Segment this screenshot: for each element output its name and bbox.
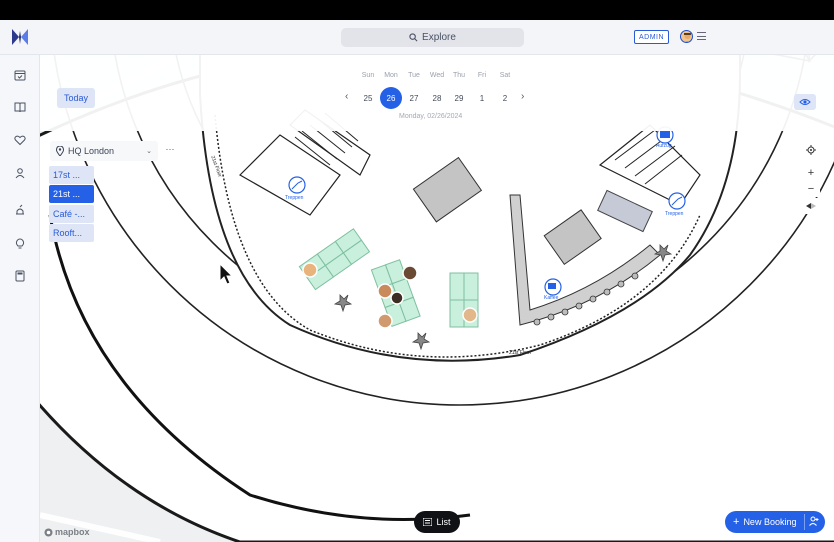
day-name-sun: Sun: [361, 72, 375, 79]
day-29[interactable]: 29: [448, 87, 470, 109]
notebook-icon[interactable]: [11, 267, 29, 285]
today-button[interactable]: Today: [57, 88, 95, 108]
compass-icon: [806, 203, 816, 209]
mouse-cursor-icon: [219, 263, 233, 285]
day-28[interactable]: 28: [426, 87, 448, 109]
add-person-icon[interactable]: [809, 516, 819, 526]
floor-option-rooftop[interactable]: Rooft...: [49, 224, 94, 242]
crosshair-icon: [806, 145, 816, 155]
new-booking-button[interactable]: + New Booking: [725, 511, 825, 533]
floor-option-21st[interactable]: 21st ...: [49, 185, 94, 203]
day-1[interactable]: 1: [471, 87, 493, 109]
mapbox-label: mapbox: [55, 527, 90, 537]
book-icon[interactable]: [11, 98, 29, 116]
list-label: List: [436, 517, 451, 527]
location-name: HQ London: [68, 146, 115, 156]
floor-option-17st[interactable]: 17st ...: [49, 166, 94, 184]
list-icon: [423, 518, 433, 526]
reception-bell-icon[interactable]: [11, 201, 29, 219]
day-2[interactable]: 2: [494, 87, 516, 109]
mapbox-logo-icon: [44, 528, 53, 536]
zoom-in-button[interactable]: +: [802, 165, 820, 181]
mapbox-attribution[interactable]: mapbox: [44, 527, 90, 537]
explore-search[interactable]: Explore: [341, 28, 524, 47]
calendar-check-icon[interactable]: [11, 66, 29, 84]
zoom-out-button[interactable]: −: [802, 181, 820, 197]
day-name-wed: Wed: [429, 72, 445, 79]
sidebar: [0, 55, 40, 542]
day-27[interactable]: 27: [403, 87, 425, 109]
list-view-button[interactable]: List: [414, 511, 460, 533]
location-select[interactable]: HQ London ⌄: [50, 141, 158, 161]
previous-week-chevron-icon[interactable]: ‹: [345, 91, 348, 102]
person-icon[interactable]: [11, 164, 29, 182]
coffee-label: Kaffee: [544, 295, 559, 301]
next-week-chevron-icon[interactable]: ›: [521, 91, 524, 102]
day-26-selected[interactable]: 26: [380, 87, 402, 109]
location-more-button[interactable]: ···: [163, 144, 177, 158]
heart-icon[interactable]: [11, 131, 29, 149]
hamburger-menu-icon[interactable]: [697, 31, 706, 41]
new-booking-label: New Booking: [743, 517, 797, 527]
day-name-tue: Tue: [408, 72, 420, 79]
compass-button[interactable]: [802, 198, 820, 214]
floor-tag-bottom: 21st Floor: [509, 350, 532, 356]
locate-me-button[interactable]: [802, 142, 820, 158]
top-bar: Explore ADMIN: [0, 20, 834, 55]
eye-icon: [799, 99, 811, 105]
lightbulb-icon[interactable]: [11, 235, 29, 253]
stairs-label-right: Treppen: [665, 211, 684, 217]
app-logo[interactable]: [11, 27, 29, 47]
floor-option-cafe[interactable]: Café -...: [49, 205, 94, 223]
chevron-down-icon: ⌄: [146, 148, 152, 155]
visibility-toggle[interactable]: [794, 94, 816, 110]
search-label: Explore: [422, 32, 456, 43]
day-name-sat: Sat: [499, 72, 511, 79]
location-pin-icon: [56, 146, 64, 156]
day-name-thu: Thu: [452, 72, 466, 79]
day-25[interactable]: 25: [357, 87, 379, 109]
search-icon: [409, 33, 418, 42]
stairs-label-left: Treppen: [285, 195, 304, 201]
day-name-mon: Mon: [384, 72, 398, 79]
day-name-fri: Fri: [477, 72, 487, 79]
selected-date-label: Monday, 02/26/2024: [399, 113, 463, 120]
admin-button[interactable]: ADMIN: [634, 30, 669, 44]
plus-icon: +: [733, 516, 740, 528]
button-divider: [804, 514, 805, 530]
elevator-label: Aufzug: [656, 143, 672, 149]
user-avatar[interactable]: [680, 30, 693, 43]
